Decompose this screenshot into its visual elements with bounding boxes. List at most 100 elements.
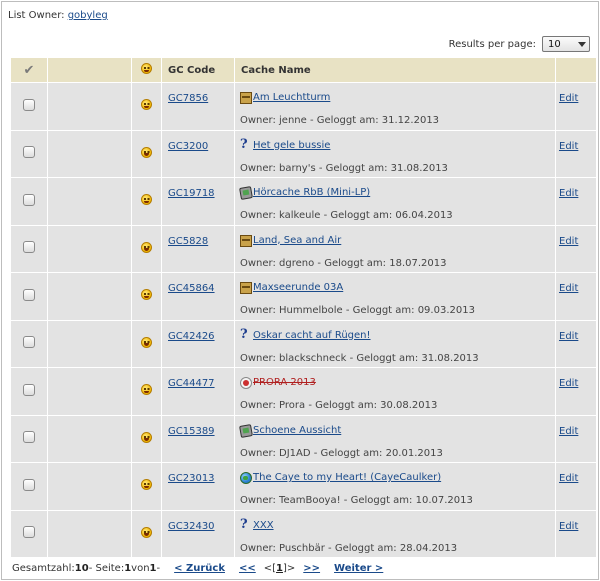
gc-code-link[interactable]: GC32430 xyxy=(168,521,215,532)
owner-info: Owner: blackschneck - Geloggt am: 31.08.… xyxy=(240,353,551,364)
status-cell xyxy=(132,83,161,130)
edit-cell: Edit xyxy=(556,83,596,130)
smiley-icon xyxy=(141,479,152,491)
table-row: GC45864 Maxseerunde 03A Owner: Hummelbole … xyxy=(11,273,596,320)
row-checkbox[interactable] xyxy=(23,526,35,539)
mystery-cache-icon xyxy=(240,137,252,152)
row-checkbox[interactable] xyxy=(23,146,35,159)
edit-link[interactable]: Edit xyxy=(559,236,578,247)
cache-name-link[interactable]: The Caye to my Heart! (CayeCaulker) xyxy=(253,472,441,483)
page-count: 1 xyxy=(149,563,157,574)
edit-link[interactable]: Edit xyxy=(559,473,578,484)
row-checkbox[interactable] xyxy=(23,478,35,491)
status-cell xyxy=(132,368,161,415)
owner-prefix: Owner: xyxy=(240,162,280,174)
smiley-icon xyxy=(141,146,152,158)
row-checkbox[interactable] xyxy=(23,383,35,396)
gc-code-link[interactable]: GC23013 xyxy=(168,473,215,484)
list-owner-link[interactable]: gobyleg xyxy=(68,10,108,21)
owner-name: kalkeule xyxy=(279,210,321,221)
edit-cell: Edit xyxy=(556,368,596,415)
edit-link[interactable]: Edit xyxy=(559,283,578,294)
gc-code-cell: GC42426 xyxy=(162,320,234,367)
edit-link[interactable]: Edit xyxy=(559,426,578,437)
cache-name-link[interactable]: Am Leuchtturm xyxy=(253,92,330,103)
row-checkbox[interactable] xyxy=(23,193,35,206)
logged-date: 10.07.2013 xyxy=(415,495,473,506)
cache-name-link[interactable]: Maxseerunde 03A xyxy=(253,282,343,293)
cache-name-line: Maxseerunde 03A xyxy=(240,282,551,296)
owner-prefix: Owner: xyxy=(240,210,280,221)
logged-prefix: - Geloggt am: xyxy=(346,352,422,364)
owner-prefix: Owner: xyxy=(240,352,280,364)
table-row: GC32430 XXX Owner: Puschbär - Geloggt am: … xyxy=(11,510,596,557)
status-cell xyxy=(132,130,161,177)
current-page-open: <[ xyxy=(263,563,277,574)
table-header-row: ✔ GC Code Cache Name xyxy=(11,58,596,82)
cache-name-link[interactable]: Hörcache RbB (Mini-LP) xyxy=(253,187,370,198)
row-checkbox[interactable] xyxy=(23,336,35,349)
select-all-header[interactable]: ✔ xyxy=(11,58,47,82)
cache-name-link[interactable]: Het gele bussie xyxy=(253,140,330,151)
owner-prefix: Owner: xyxy=(240,400,280,411)
next-page-link[interactable]: Weiter > xyxy=(334,563,383,574)
edit-link[interactable]: Edit xyxy=(559,378,578,389)
cache-name-cell: PRORA 2013 Owner: Prora - Geloggt am: 30.… xyxy=(235,368,555,415)
row-checkbox[interactable] xyxy=(23,288,35,301)
chevron-down-icon xyxy=(578,41,586,47)
edit-link[interactable]: Edit xyxy=(559,141,578,152)
edit-cell: Edit xyxy=(556,463,596,510)
first-page-link[interactable]: << xyxy=(239,563,256,574)
logged-prefix: - Geloggt am: xyxy=(310,447,386,459)
table-row: GC5828 Land, Sea and Air Owner: dgreno - G… xyxy=(11,225,596,272)
edit-link[interactable]: Edit xyxy=(559,521,578,532)
current-page-link[interactable]: 1 xyxy=(276,563,283,574)
logged-prefix: - Geloggt am: xyxy=(315,162,391,174)
owner-name: TeamBooya! xyxy=(279,495,341,506)
cache-name-link[interactable]: Schoene Aussicht xyxy=(253,425,341,436)
edit-cell: Edit xyxy=(556,273,596,320)
gc-code-header[interactable]: GC Code xyxy=(162,58,234,82)
smiley-icon xyxy=(141,289,152,301)
row-select-cell xyxy=(11,225,47,272)
gc-code-cell: GC32430 xyxy=(162,510,234,557)
owner-prefix: Owner: xyxy=(240,542,280,554)
cache-name-link[interactable]: XXX xyxy=(253,520,274,531)
owner-prefix: Owner: xyxy=(240,495,280,506)
gc-code-link[interactable]: GC45864 xyxy=(168,283,215,294)
previous-page-link[interactable]: < Zurück xyxy=(174,563,225,574)
edit-link[interactable]: Edit xyxy=(559,188,578,199)
table-row: GC3200 Het gele bussie Owner: barny's - Ge… xyxy=(11,130,596,177)
gc-code-link[interactable]: GC3200 xyxy=(168,141,208,152)
gc-code-link[interactable]: GC44477 xyxy=(168,378,215,389)
edit-cell: Edit xyxy=(556,178,596,225)
cache-name-header[interactable]: Cache Name xyxy=(235,58,555,82)
current-page-indicator: <[1]> xyxy=(264,563,296,574)
edit-link[interactable]: Edit xyxy=(559,93,578,104)
row-checkbox[interactable] xyxy=(23,98,35,111)
event-cache-icon xyxy=(240,377,252,389)
row-checkbox[interactable] xyxy=(23,241,35,254)
edit-link[interactable]: Edit xyxy=(559,331,578,342)
gc-code-link[interactable]: GC19718 xyxy=(168,188,215,199)
gc-code-link[interactable]: GC7856 xyxy=(168,93,208,104)
blank-cell xyxy=(48,178,131,225)
gc-code-link[interactable]: GC42426 xyxy=(168,331,215,342)
last-page-link[interactable]: >> xyxy=(303,563,320,574)
table-row: GC7856 Am Leuchtturm Owner: jenne - Gelogg… xyxy=(11,83,596,130)
gc-code-link[interactable]: GC5828 xyxy=(168,236,208,247)
owner-name: DJ1AD xyxy=(279,447,311,459)
row-select-cell xyxy=(11,510,47,557)
cache-name-link[interactable]: PRORA 2013 xyxy=(253,377,316,388)
row-checkbox[interactable] xyxy=(23,431,35,444)
cache-name-cell: XXX Owner: Puschbär - Geloggt am: 28.04.2… xyxy=(235,510,555,557)
logged-date: 30.08.2013 xyxy=(380,400,438,411)
logged-date: 31.12.2013 xyxy=(381,115,440,126)
cache-name-link[interactable]: Oskar cacht auf Rügen! xyxy=(253,330,371,341)
gc-code-link[interactable]: GC15389 xyxy=(168,426,215,437)
results-per-page-select[interactable]: 10 xyxy=(542,36,590,52)
blank-cell xyxy=(48,225,131,272)
list-owner: List Owner: gobyleg xyxy=(8,10,108,21)
row-select-cell xyxy=(11,130,47,177)
cache-name-link[interactable]: Land, Sea and Air xyxy=(253,235,341,246)
